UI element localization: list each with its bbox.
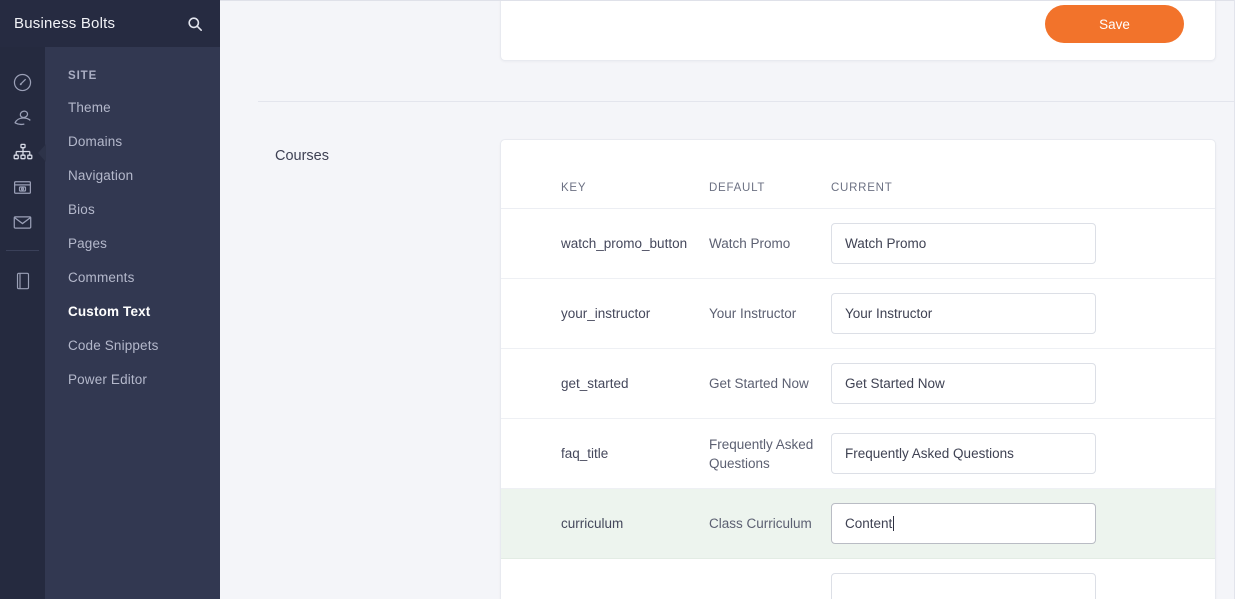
sitemap-icon[interactable] xyxy=(0,135,45,170)
row-default: Watch Promo xyxy=(709,209,831,279)
row-current-cell xyxy=(831,419,1215,489)
table-row-highlighted: curriculum Class Curriculum Content xyxy=(501,489,1215,559)
current-value-input[interactable] xyxy=(831,433,1096,474)
table-header-row: KEY DEFAULT CURRENT xyxy=(501,140,1215,209)
row-current-cell xyxy=(831,559,1215,599)
cash-box-icon[interactable] xyxy=(0,170,45,205)
column-header-default: DEFAULT xyxy=(709,140,831,209)
row-key: get_started xyxy=(501,349,709,419)
sidebar-item-power-editor[interactable]: Power Editor xyxy=(45,362,220,396)
sidebar-item-bios[interactable]: Bios xyxy=(45,192,220,226)
custom-text-table: KEY DEFAULT CURRENT watch_promo_button W… xyxy=(501,140,1215,599)
rail-divider xyxy=(6,250,39,251)
table-row: get_started Get Started Now xyxy=(501,349,1215,419)
row-key: faq_title xyxy=(501,419,709,489)
envelope-icon[interactable] xyxy=(0,205,45,240)
section-divider xyxy=(258,101,1235,102)
table-row: watch_promo_button Watch Promo xyxy=(501,209,1215,279)
main-content: Save Courses KEY DEFAULT CURRENT xyxy=(220,0,1235,599)
current-value-input[interactable] xyxy=(831,223,1096,264)
sidebar-item-comments[interactable]: Comments xyxy=(45,260,220,294)
row-key xyxy=(501,559,709,599)
sidebar-item-code-snippets[interactable]: Code Snippets xyxy=(45,328,220,362)
column-header-key: KEY xyxy=(501,140,709,209)
row-key: your_instructor xyxy=(501,279,709,349)
submenu-panel: SITE Theme Domains Navigation Bios Pages… xyxy=(45,47,220,599)
top-hairline xyxy=(220,0,1235,1)
current-value-input[interactable] xyxy=(831,573,1096,599)
icon-rail xyxy=(0,47,45,599)
row-default: Class Curriculum xyxy=(709,489,831,559)
sidebar-item-domains[interactable]: Domains xyxy=(45,124,220,158)
save-card: Save xyxy=(500,0,1216,61)
sidebar-item-theme[interactable]: Theme xyxy=(45,90,220,124)
table-row: faq_title Frequently Asked Questions xyxy=(501,419,1215,489)
table-row xyxy=(501,559,1215,599)
row-default: Get Started Now xyxy=(709,349,831,419)
submenu-section-label: SITE xyxy=(45,64,220,90)
book-icon[interactable] xyxy=(0,263,45,298)
current-value-input[interactable] xyxy=(831,293,1096,334)
courses-card: KEY DEFAULT CURRENT watch_promo_button W… xyxy=(500,139,1216,599)
row-current-cell: Content xyxy=(831,489,1215,559)
row-current-cell xyxy=(831,349,1215,419)
sidebar-item-navigation[interactable]: Navigation xyxy=(45,158,220,192)
brand-bar: Business Bolts xyxy=(0,0,220,47)
column-header-current: CURRENT xyxy=(831,140,1215,209)
row-default: Frequently Asked Questions xyxy=(709,419,831,489)
audience-person-icon[interactable] xyxy=(0,100,45,135)
sidebar: Business Bolts xyxy=(0,0,220,599)
sidebar-item-pages[interactable]: Pages xyxy=(45,226,220,260)
current-value-text: Content xyxy=(845,516,892,531)
current-value-input-focused[interactable]: Content xyxy=(831,503,1096,544)
text-cursor xyxy=(893,516,894,531)
row-default xyxy=(709,559,831,599)
save-button[interactable]: Save xyxy=(1045,5,1184,43)
sidebar-item-custom-text[interactable]: Custom Text xyxy=(45,294,220,328)
row-default: Your Instructor xyxy=(709,279,831,349)
search-icon[interactable] xyxy=(184,13,206,35)
row-current-cell xyxy=(831,279,1215,349)
app-root: Business Bolts xyxy=(0,0,1235,599)
dashboard-gauge-icon[interactable] xyxy=(0,65,45,100)
row-key: curriculum xyxy=(501,489,709,559)
row-current-cell xyxy=(831,209,1215,279)
row-key: watch_promo_button xyxy=(501,209,709,279)
brand-title: Business Bolts xyxy=(14,15,115,32)
section-title-courses: Courses xyxy=(275,148,475,164)
current-value-input[interactable] xyxy=(831,363,1096,404)
table-row: your_instructor Your Instructor xyxy=(501,279,1215,349)
